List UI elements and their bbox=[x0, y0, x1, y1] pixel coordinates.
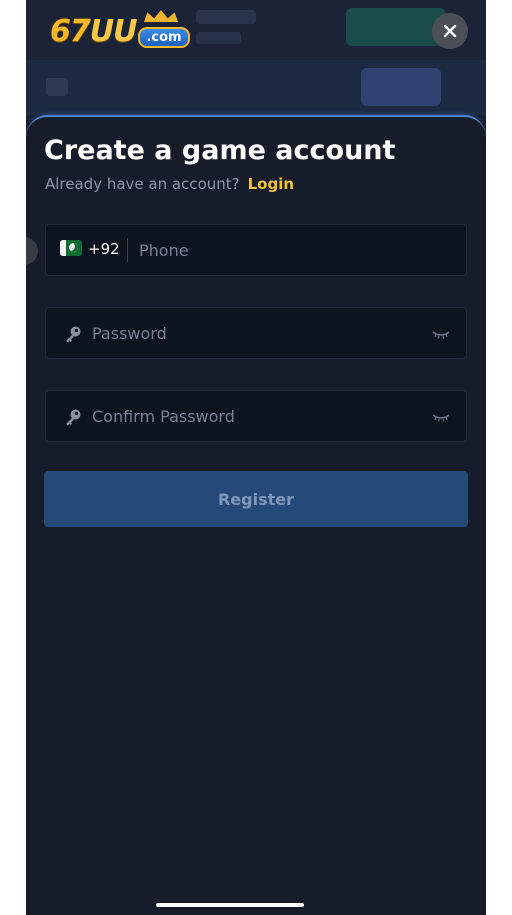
signup-modal: Create a game account Already have an ac… bbox=[26, 115, 486, 915]
phone-screen: 67 UU .com Create a game account Already… bbox=[26, 0, 486, 915]
phone-input[interactable] bbox=[139, 225, 449, 275]
eye-closed-icon[interactable] bbox=[432, 327, 450, 341]
logo-letters: UU bbox=[89, 13, 138, 49]
blurred-header-subtext bbox=[196, 32, 241, 44]
logo-suffix: .com bbox=[138, 26, 190, 48]
blurred-deposit-button bbox=[346, 8, 446, 46]
blurred-register-button bbox=[361, 68, 441, 106]
password-field bbox=[45, 307, 467, 359]
floating-side-handle[interactable] bbox=[26, 237, 38, 265]
register-button[interactable]: Register bbox=[44, 471, 468, 527]
password-input[interactable] bbox=[92, 308, 412, 358]
logo-digits: 67 bbox=[50, 13, 91, 49]
country-code[interactable]: +92 bbox=[88, 240, 120, 258]
pakistan-flag-icon[interactable] bbox=[60, 240, 82, 256]
login-prompt-text: Already have an account? bbox=[45, 175, 240, 193]
blurred-header-text bbox=[196, 10, 256, 24]
key-icon bbox=[66, 409, 81, 426]
confirm-password-field bbox=[45, 390, 467, 442]
home-indicator[interactable] bbox=[156, 903, 304, 907]
modal-title: Create a game account bbox=[44, 135, 396, 166]
login-prompt: Already have an account? Login bbox=[45, 175, 294, 193]
login-link[interactable]: Login bbox=[248, 175, 294, 193]
confirm-password-input[interactable] bbox=[92, 391, 412, 441]
field-divider bbox=[127, 238, 128, 262]
close-button[interactable] bbox=[432, 13, 468, 49]
eye-closed-icon[interactable] bbox=[432, 410, 450, 424]
key-icon bbox=[66, 326, 81, 343]
close-icon bbox=[443, 24, 457, 38]
phone-field: +92 bbox=[45, 224, 467, 276]
brand-logo: 67 UU .com bbox=[50, 10, 190, 49]
blurred-menu-icon bbox=[46, 78, 68, 96]
